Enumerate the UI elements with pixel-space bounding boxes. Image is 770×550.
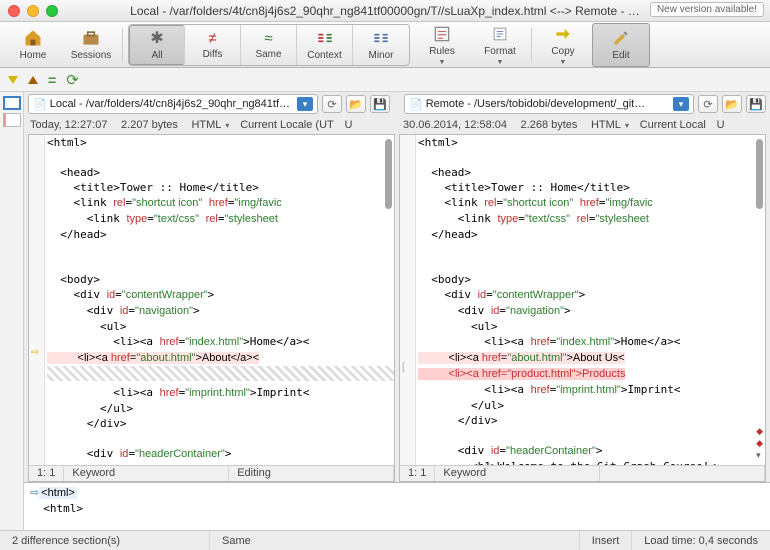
close-icon[interactable] [8,5,20,17]
right-save-button[interactable]: 💾 [746,95,766,113]
copy-button[interactable]: Copy▼ [534,23,592,67]
asterisk-icon: ✱ [150,28,163,48]
right-refresh-button[interactable]: ⟳ [698,95,718,113]
prev-diff-button[interactable] [28,76,38,84]
equal-icon[interactable]: = [48,72,56,88]
arrow-right-icon [553,24,573,44]
editor-split: <html> <head> <title>Tower :: Home</titl… [24,134,770,482]
sessions-button[interactable]: Sessions [62,23,120,67]
cursor-pos: 1: 1 [29,466,64,481]
rules-button[interactable]: Rules▼ [413,23,471,67]
overview-gutter [0,92,24,530]
filter-group: ✱All ≠Diffs ≈Same Context Minor [128,24,410,66]
window-controls [8,5,58,17]
left-code[interactable]: <html> <head> <title>Tower :: Home</titl… [29,135,394,465]
not-equal-icon: ≠ [208,30,216,47]
refresh-button[interactable]: ⟳ [66,71,79,89]
insert-mode: Insert [580,531,633,550]
approx-icon: ≈ [264,30,272,47]
file-icon: 📄 [409,98,423,111]
context-button[interactable]: Context [297,25,353,65]
main-toolbar: Home Sessions ✱All ≠Diffs ≈Same Context … [0,22,770,68]
mode-label: Editing [229,466,394,481]
cursor-pos: 1: 1 [400,466,435,481]
diff-nav-bar: = ⟳ [0,68,770,92]
home-button[interactable]: Home [4,23,62,67]
right-editor[interactable]: <html> <head> <title>Tower :: Home</titl… [399,134,766,482]
zoom-icon[interactable] [46,5,58,17]
keyword-label: Keyword [435,466,600,481]
right-footer: 1: 1 Keyword [400,465,765,481]
format-icon [490,24,510,44]
diff-count: 2 difference section(s) [0,531,210,550]
main-area: 📄 Local - /var/folders/4t/cn8j4j6s2_90qh… [0,92,770,530]
overview-thumb[interactable] [3,96,21,110]
all-button[interactable]: ✱All [129,25,185,65]
separator [531,28,532,62]
load-time: Load time: 0,4 seconds [632,531,770,550]
file-icon: 📄 [33,98,47,111]
scrollbar[interactable] [385,139,392,209]
right-info: 30.06.2014, 12:58:04 2.268 bytes HTML▾ C… [397,116,770,134]
right-open-button[interactable]: 📂 [722,95,742,113]
home-icon [23,28,43,48]
format-button[interactable]: Format▼ [471,23,529,67]
compare-panes: 📄 Local - /var/folders/4t/cn8j4j6s2_90qh… [24,92,770,530]
pencil-icon [611,28,631,48]
left-save-button[interactable]: 💾 [370,95,390,113]
edit-button[interactable]: Edit [592,23,650,67]
rules-icon [432,24,452,44]
minor-button[interactable]: Minor [353,25,409,65]
minor-icon [371,28,391,48]
keyword-label: Keyword [64,466,229,481]
bottom-preview[interactable]: ⇨<html> <html> [24,482,770,530]
diff-markers: ◆◆▾ [756,426,763,461]
update-notification[interactable]: New version available! [650,2,764,17]
chevron-down-icon: ▾ [673,97,689,111]
scrollbar[interactable] [756,139,763,209]
left-info: Today, 12:27:07 2.207 bytes HTML▾ Curren… [24,116,397,134]
titlebar: Local - /var/folders/4t/cn8j4j6s2_90qhr_… [0,0,770,22]
right-path-select[interactable]: 📄 Remote - /Users/tobidobi/development/_… [404,94,694,114]
left-path-select[interactable]: 📄 Local - /var/folders/4t/cn8j4j6s2_90qh… [28,94,318,114]
right-code[interactable]: <html> <head> <title>Tower :: Home</titl… [400,135,765,465]
next-diff-button[interactable] [8,76,18,84]
status-bar: 2 difference section(s) Same Insert Load… [0,530,770,550]
same-button[interactable]: ≈Same [241,25,297,65]
left-refresh-button[interactable]: ⟳ [322,95,342,113]
minimize-icon[interactable] [27,5,39,17]
separator [122,28,123,62]
chevron-down-icon: ▾ [297,97,313,111]
left-footer: 1: 1 Keyword Editing [29,465,394,481]
overview-thumb[interactable] [3,113,21,127]
left-open-button[interactable]: 📂 [346,95,366,113]
briefcase-icon [81,28,101,48]
path-row: 📄 Local - /var/folders/4t/cn8j4j6s2_90qh… [24,92,770,116]
same-status: Same [210,531,580,550]
context-icon [315,28,335,48]
mode-label [600,466,765,481]
left-editor[interactable]: <html> <head> <title>Tower :: Home</titl… [28,134,395,482]
diffs-button[interactable]: ≠Diffs [185,25,241,65]
